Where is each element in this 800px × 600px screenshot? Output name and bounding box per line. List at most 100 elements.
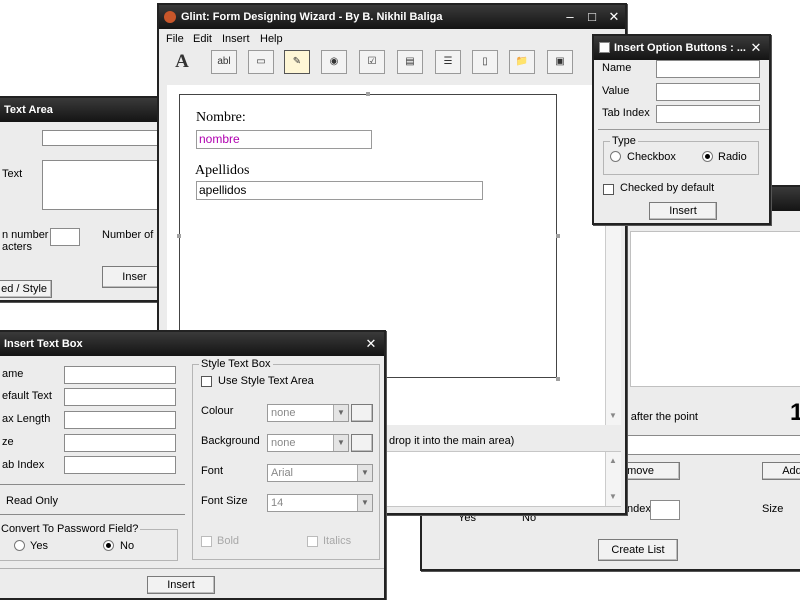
tb-insert-button[interactable]: Insert: [147, 576, 215, 594]
list-tab-index-input[interactable]: [650, 500, 680, 520]
tb-size-label: ze: [2, 436, 14, 448]
font-size-select[interactable]: 14 ▼: [267, 494, 373, 512]
password-yes-radio[interactable]: [14, 540, 25, 551]
text-area-name-input[interactable]: [42, 130, 167, 146]
background-picker-button[interactable]: [351, 434, 373, 452]
properties-scroll-up-icon[interactable]: ▲: [606, 454, 620, 468]
font-select[interactable]: Arial ▼: [267, 464, 373, 482]
type-checkbox-label: Checkbox: [627, 151, 676, 163]
style-text-box-group: Style Text Box: [192, 358, 380, 560]
style-text-box-label: Style Text Box: [199, 358, 273, 370]
text-box-title-bar[interactable]: Insert Text Box: [0, 332, 384, 356]
list-content-area: [630, 231, 800, 387]
min-number-label: n number: [2, 229, 49, 241]
radio-tool-icon[interactable]: ◉: [321, 50, 347, 74]
tb-tab-index-input[interactable]: [64, 456, 176, 474]
type-radio-radio[interactable]: [702, 151, 713, 162]
list-value-input[interactable]: [624, 435, 800, 455]
min-number-input[interactable]: [50, 228, 80, 246]
main-title: Glint: Form Designing Wizard - By B. Nik…: [181, 11, 443, 23]
colour-value: none: [271, 407, 296, 419]
option-insert-button[interactable]: Insert: [649, 202, 717, 220]
main-title-bar[interactable]: Glint: Form Designing Wizard - By B. Nik…: [159, 5, 625, 29]
font-value: Arial: [271, 467, 294, 479]
hidden-field-tool-icon[interactable]: ▯: [472, 50, 498, 74]
apellidos-label: Apellidos: [195, 163, 250, 178]
checked-by-default-checkbox[interactable]: [603, 184, 614, 195]
maximize-icon[interactable]: □: [583, 8, 601, 26]
scroll-down-icon[interactable]: ▼: [606, 409, 620, 423]
background-dropdown-icon[interactable]: ▼: [333, 435, 348, 451]
menu-help[interactable]: Help: [260, 33, 283, 45]
checkbox-tool-icon[interactable]: ☑: [359, 50, 385, 74]
properties-scroll-down-icon[interactable]: ▼: [606, 490, 620, 504]
colour-select[interactable]: none ▼: [267, 404, 349, 422]
use-style-text-area-checkbox[interactable]: [201, 376, 212, 387]
minimize-icon[interactable]: –: [561, 8, 579, 26]
tb-default-text-input[interactable]: [64, 388, 176, 406]
add-label: Add: [782, 465, 800, 477]
type-group-label: Type: [610, 135, 638, 147]
label-tool-text: A: [175, 51, 189, 72]
add-button[interactable]: Add: [762, 462, 800, 480]
colour-label: Colour: [201, 405, 234, 417]
insert-option-buttons-window: Insert Option Buttons : ... ✕ Name Value…: [592, 34, 771, 225]
text-area-text-input[interactable]: [42, 160, 167, 210]
bold-checkbox[interactable]: [201, 536, 212, 547]
option-name-input[interactable]: [656, 60, 760, 78]
dropdown-tool-icon[interactable]: ☰: [435, 50, 461, 74]
text-area-style-button[interactable]: ed / Style: [0, 280, 52, 298]
button-tool-icon[interactable]: ▭: [248, 50, 274, 74]
resize-handle-right[interactable]: [556, 234, 560, 238]
text-box-close-icon[interactable]: ✕: [362, 335, 380, 353]
menu-file[interactable]: File: [166, 33, 184, 45]
resize-handle-left[interactable]: [177, 234, 181, 238]
option-buttons-close-icon[interactable]: ✕: [747, 39, 765, 57]
font-label: Font: [201, 465, 224, 477]
colour-picker-button[interactable]: [351, 404, 373, 422]
image-tool-icon[interactable]: ▣: [547, 50, 573, 74]
tb-divider-1: [0, 484, 185, 485]
option-tab-index-input[interactable]: [656, 105, 760, 123]
type-radio-label: Radio: [718, 151, 747, 163]
properties-area[interactable]: [385, 451, 621, 507]
tb-max-length-input[interactable]: [64, 411, 176, 429]
tb-name-input[interactable]: [64, 366, 176, 384]
nombre-input[interactable]: nombre: [196, 130, 372, 149]
apellidos-input[interactable]: apellidos: [196, 181, 483, 200]
option-buttons-title: Insert Option Buttons : ...: [614, 42, 746, 54]
properties-scrollbar[interactable]: ▲ ▼: [605, 452, 621, 506]
text-area-title-bar[interactable]: Text Area: [0, 98, 163, 122]
password-no-label: No: [120, 540, 135, 552]
background-value: none: [271, 437, 296, 449]
font-size-dropdown-icon[interactable]: ▼: [357, 495, 372, 511]
background-label: Background: [201, 435, 260, 447]
remove-button[interactable]: emove: [618, 462, 680, 480]
folder-tool-icon[interactable]: 📁: [509, 50, 535, 74]
text-area-insert-label: Inser: [122, 271, 147, 283]
type-checkbox-radio[interactable]: [610, 151, 621, 162]
text-area-text-label: Text: [2, 168, 23, 180]
italics-label: Italics: [323, 535, 352, 547]
list-tool-icon[interactable]: ▤: [397, 50, 423, 74]
font-dropdown-icon[interactable]: ▼: [357, 465, 372, 481]
resize-handle-top[interactable]: [366, 92, 370, 96]
app-logo-icon: [164, 11, 176, 23]
create-list-button[interactable]: Create List: [598, 539, 678, 561]
tb-size-input[interactable]: [64, 434, 176, 452]
close-icon[interactable]: ✕: [605, 8, 623, 26]
password-no-radio[interactable]: [103, 540, 114, 551]
nombre-value: nombre: [199, 132, 240, 146]
textbox-tool-icon[interactable]: abl: [211, 50, 237, 74]
textarea-tool-icon[interactable]: ✎: [284, 50, 310, 74]
tb-tab-index-label: ab Index: [2, 459, 45, 471]
menu-edit[interactable]: Edit: [193, 33, 212, 45]
italics-checkbox[interactable]: [307, 536, 318, 547]
colour-dropdown-icon[interactable]: ▼: [333, 405, 348, 421]
option-value-input[interactable]: [656, 83, 760, 101]
option-buttons-title-bar[interactable]: Insert Option Buttons : ...: [594, 36, 769, 60]
label-tool-icon[interactable]: A: [169, 50, 195, 74]
menu-insert[interactable]: Insert: [222, 33, 250, 45]
resize-handle-bottom-right[interactable]: [556, 377, 560, 381]
background-select[interactable]: none ▼: [267, 434, 349, 452]
